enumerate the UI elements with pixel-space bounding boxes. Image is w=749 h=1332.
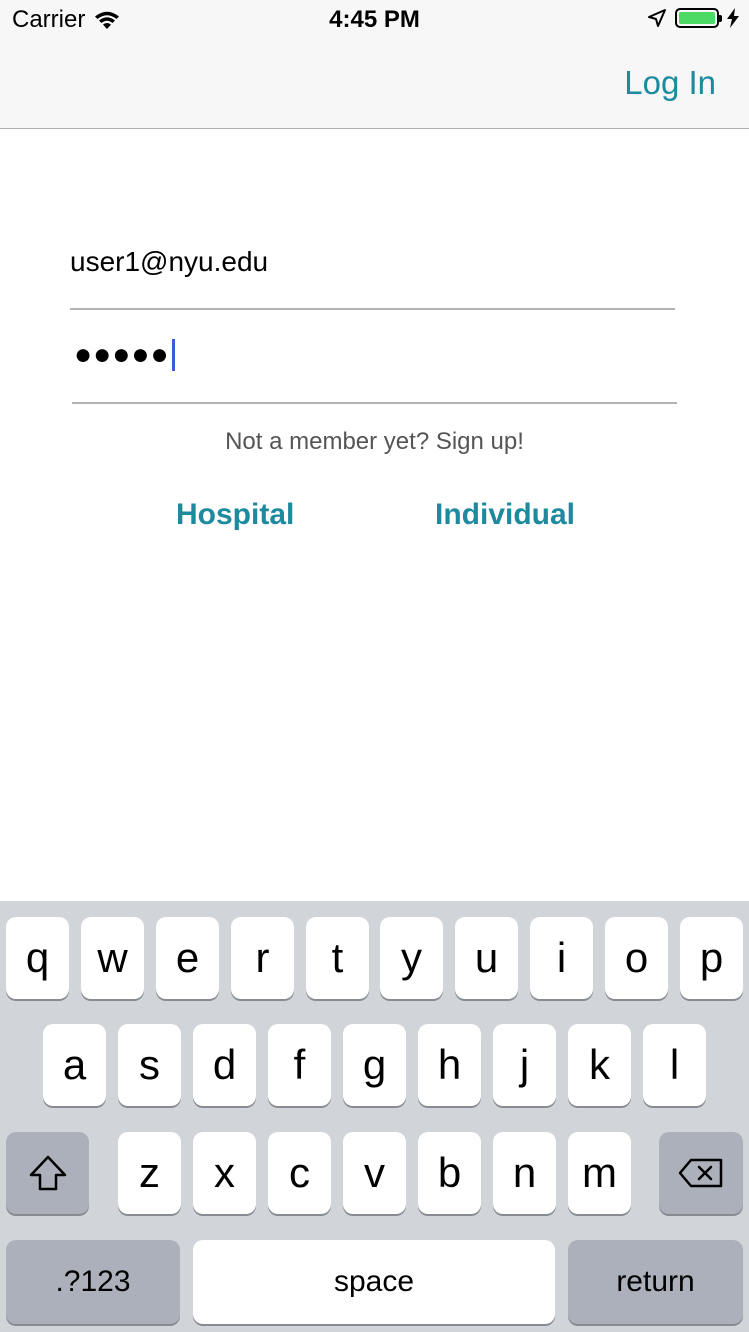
password-mask: ●●●●● [74, 338, 170, 371]
battery-nub [719, 15, 722, 22]
return-key[interactable]: return [568, 1240, 743, 1324]
key-x[interactable]: x [193, 1132, 256, 1214]
key-q[interactable]: q [6, 917, 69, 999]
key-y[interactable]: y [380, 917, 443, 999]
key-a[interactable]: a [43, 1024, 106, 1106]
password-value: ●●●●● [74, 338, 175, 372]
key-t[interactable]: t [306, 917, 369, 999]
email-field[interactable]: user1@nyu.edu [70, 238, 675, 310]
key-h[interactable]: h [418, 1024, 481, 1106]
key-l[interactable]: l [643, 1024, 706, 1106]
key-d[interactable]: d [193, 1024, 256, 1106]
location-arrow-icon [648, 9, 666, 27]
key-b[interactable]: b [418, 1132, 481, 1214]
key-i[interactable]: i [530, 917, 593, 999]
text-cursor [171, 339, 175, 371]
charging-bolt-icon [727, 8, 739, 28]
delete-key[interactable] [659, 1132, 743, 1214]
key-f[interactable]: f [268, 1024, 331, 1106]
individual-signup-button[interactable]: Individual [435, 498, 575, 532]
key-p[interactable]: p [680, 917, 743, 999]
shift-icon [29, 1155, 66, 1191]
battery-icon [675, 8, 722, 28]
space-key[interactable]: space [193, 1240, 555, 1324]
key-e[interactable]: e [156, 917, 219, 999]
key-w[interactable]: w [81, 917, 144, 999]
key-s[interactable]: s [118, 1024, 181, 1106]
numbers-key[interactable]: .?123 [6, 1240, 180, 1324]
key-r[interactable]: r [231, 917, 294, 999]
login-button[interactable]: Log In [624, 64, 716, 102]
key-o[interactable]: o [605, 917, 668, 999]
key-g[interactable]: g [343, 1024, 406, 1106]
email-value: user1@nyu.edu [70, 246, 269, 277]
navigation-bar: Log In [0, 40, 749, 129]
login-screen: Carrier 4:45 PM Log In user1@nyu.edu ●●●… [0, 0, 749, 1332]
battery-fill [679, 12, 715, 24]
shift-key[interactable] [6, 1132, 89, 1214]
key-u[interactable]: u [455, 917, 518, 999]
keyboard: q w e r t y u i o p a s d f g h j k l z … [0, 901, 749, 1332]
key-z[interactable]: z [118, 1132, 181, 1214]
status-bar: Carrier 4:45 PM [0, 0, 749, 40]
key-k[interactable]: k [568, 1024, 631, 1106]
signup-prompt: Not a member yet? Sign up! [225, 428, 524, 455]
status-right-group [647, 8, 739, 28]
password-field[interactable]: ●●●●● [72, 330, 677, 404]
key-v[interactable]: v [343, 1132, 406, 1214]
key-c[interactable]: c [268, 1132, 331, 1214]
hospital-signup-button[interactable]: Hospital [176, 498, 294, 532]
key-m[interactable]: m [568, 1132, 631, 1214]
delete-icon [678, 1158, 723, 1188]
status-time: 4:45 PM [329, 6, 420, 33]
key-n[interactable]: n [493, 1132, 556, 1214]
key-j[interactable]: j [493, 1024, 556, 1106]
